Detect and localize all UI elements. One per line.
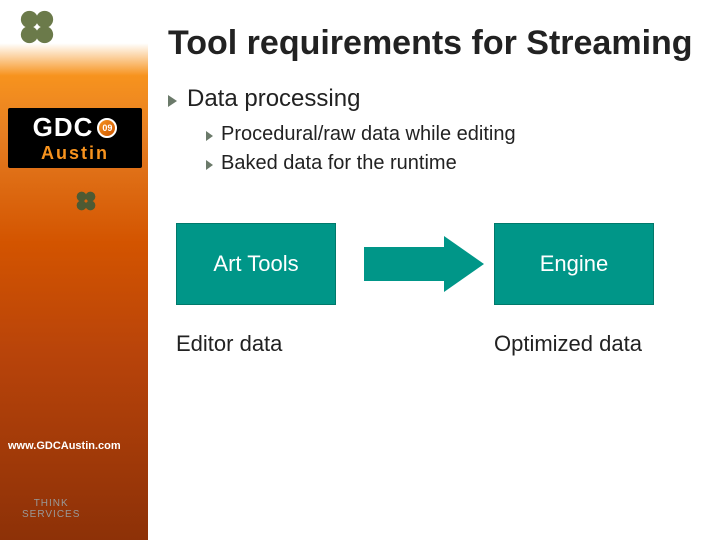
- gdc-city: Austin: [41, 143, 109, 164]
- chevron-right-icon: [206, 131, 213, 141]
- gdc-logo-text: GDC: [33, 112, 94, 143]
- sidebar: GDC 09 Austin www.GDCAustin.com THINK SE…: [0, 0, 148, 540]
- bullet-level-1: Data processing: [168, 85, 694, 113]
- think-label-1: THINK: [22, 498, 80, 509]
- slide: GDC 09 Austin www.GDCAustin.com THINK SE…: [0, 0, 720, 540]
- arrow-right-icon: [364, 236, 484, 292]
- slide-title: Tool requirements for Streaming: [168, 24, 694, 63]
- diagram-box-left: Art Tools: [176, 223, 336, 305]
- diagram-labels: Editor data Optimized data: [168, 331, 694, 357]
- chevron-right-icon: [168, 95, 177, 107]
- think-services-logo: THINK SERVICES: [22, 498, 80, 520]
- diagram-label-right: Optimized data: [494, 331, 694, 357]
- shamrock-icon: [18, 8, 56, 46]
- bullet-level-2: Baked data for the runtime: [206, 152, 694, 175]
- footer-url: www.GDCAustin.com: [8, 440, 121, 452]
- diagram: Art Tools Engine: [168, 223, 694, 305]
- diagram-label-left: Editor data: [176, 331, 376, 357]
- gdc-year-badge: 09: [97, 118, 117, 138]
- think-label-2: SERVICES: [22, 509, 80, 520]
- spacer: [376, 331, 494, 357]
- bullet-l1-text: Data processing: [187, 85, 360, 113]
- bullet-level-2: Procedural/raw data while editing: [206, 123, 694, 146]
- bullet-l2b-text: Baked data for the runtime: [221, 152, 457, 175]
- bullet-l2a-text: Procedural/raw data while editing: [221, 123, 516, 146]
- chevron-right-icon: [206, 160, 213, 170]
- gdc-logo: GDC 09 Austin: [8, 108, 142, 168]
- diagram-box-right: Engine: [494, 223, 654, 305]
- content-area: Tool requirements for Streaming Data pro…: [148, 0, 720, 540]
- shamrock-icon: [75, 190, 97, 212]
